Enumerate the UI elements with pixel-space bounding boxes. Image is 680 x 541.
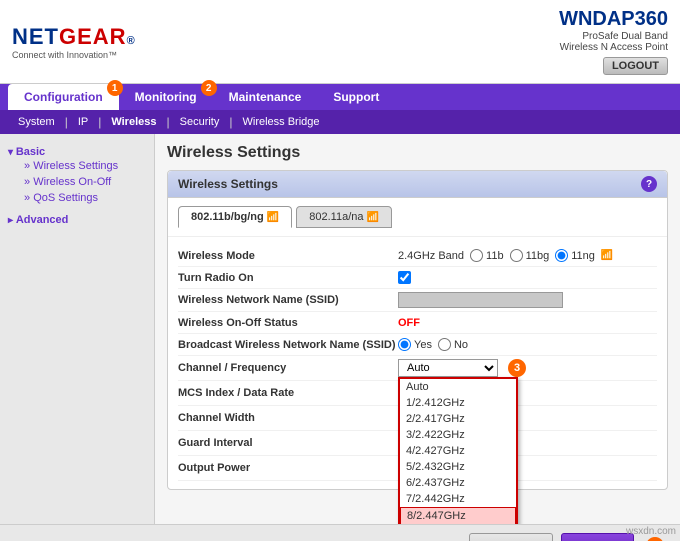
signal-icon: 📶	[601, 250, 613, 261]
product-line2: Wireless N Access Point	[559, 42, 668, 53]
sidebar-basic-title[interactable]: Basic	[8, 146, 146, 158]
radio-11bg[interactable]: 11bg	[510, 249, 550, 262]
nav-tabs: Configuration 1 Monitoring 2 Maintenance…	[0, 84, 680, 110]
sub-nav-security[interactable]: Security	[174, 114, 226, 130]
form-row-channel: Channel / Frequency Auto Auto 1/2.412GHz	[178, 356, 657, 381]
radio-yes[interactable]: Yes	[398, 338, 432, 351]
settings-header-title: Wireless Settings	[178, 177, 278, 191]
product-info: WNDAP360 ProSafe Dual Band Wireless N Ac…	[559, 8, 668, 75]
tab-support[interactable]: Support	[317, 84, 395, 110]
step-3-badge: 3	[508, 359, 526, 377]
value-radio-on	[398, 271, 657, 284]
option-2[interactable]: 2/2.417GHz	[400, 411, 516, 427]
option-4[interactable]: 4/2.427GHz	[400, 443, 516, 459]
option-1[interactable]: 1/2.412GHz	[400, 395, 516, 411]
form-row-wireless-mode: Wireless Mode 2.4GHz Band 11b 11bg 11ng …	[178, 245, 657, 267]
logo-area: NETGEAR® Connect with Innovation™	[12, 24, 136, 60]
ssid-input[interactable]	[398, 292, 563, 308]
value-broadcast-ssid: Yes No	[398, 338, 657, 351]
form-row-ssid: Wireless Network Name (SSID)	[178, 289, 657, 312]
form-row-radio-on: Turn Radio On	[178, 267, 657, 289]
option-3[interactable]: 3/2.422GHz	[400, 427, 516, 443]
label-mcs: MCS Index / Data Rate	[178, 387, 398, 399]
radio-no[interactable]: No	[438, 338, 468, 351]
tab-configuration-label: Configuration	[24, 90, 103, 104]
value-channel: Auto Auto 1/2.412GHz 2/2.417GHz 3/2.422G…	[398, 359, 657, 377]
label-wireless-mode: Wireless Mode	[178, 250, 398, 262]
option-auto[interactable]: Auto	[400, 379, 516, 395]
sidebar-item-wireless-settings[interactable]: Wireless Settings	[8, 158, 146, 174]
tab-maintenance-label: Maintenance	[229, 90, 302, 104]
option-6[interactable]: 6/2.437GHz	[400, 475, 516, 491]
product-model: WNDAP360	[559, 8, 668, 31]
tab-maintenance[interactable]: Maintenance	[213, 84, 318, 110]
tab-support-label: Support	[333, 90, 379, 104]
form-row-onoff-status: Wireless On-Off Status OFF	[178, 312, 657, 334]
logo-text: NETGEAR®	[12, 24, 136, 50]
label-onoff-status: Wireless On-Off Status	[178, 317, 398, 329]
channel-dropdown-container: Auto Auto 1/2.412GHz 2/2.417GHz 3/2.422G…	[398, 359, 498, 377]
sub-nav-wireless[interactable]: Wireless	[105, 114, 162, 130]
settings-header: Wireless Settings ?	[168, 171, 667, 198]
tab-configuration[interactable]: Configuration 1	[8, 84, 119, 110]
band-tab-bgn[interactable]: 802.11b/bg/ng 📶	[178, 206, 292, 228]
logout-button[interactable]: LOGOUT	[603, 57, 668, 75]
logo-tagline: Connect with Innovation™	[12, 50, 136, 60]
label-radio-on: Turn Radio On	[178, 272, 398, 284]
header: NETGEAR® Connect with Innovation™ WNDAP3…	[0, 0, 680, 84]
sidebar-advanced-title[interactable]: Advanced	[8, 214, 146, 226]
sub-nav-system[interactable]: System	[12, 114, 61, 130]
option-8[interactable]: 8/2.447GHz	[400, 507, 516, 524]
sub-nav-wireless-bridge[interactable]: Wireless Bridge	[237, 114, 326, 130]
form-table: Wireless Mode 2.4GHz Band 11b 11bg 11ng …	[168, 237, 667, 489]
radio-11b[interactable]: 11b	[470, 249, 504, 262]
label-output-power: Output Power	[178, 462, 398, 474]
sidebar-item-qos[interactable]: QoS Settings	[8, 190, 146, 206]
page-title: Wireless Settings	[167, 144, 668, 162]
band-label: 2.4GHz Band	[398, 250, 464, 262]
watermark: wsxdn.com	[626, 526, 676, 537]
value-wireless-mode: 2.4GHz Band 11b 11bg 11ng 📶	[398, 249, 657, 262]
label-channel: Channel / Frequency	[178, 362, 398, 374]
label-channel-width: Channel Width	[178, 412, 398, 424]
help-icon[interactable]: ?	[641, 176, 657, 192]
footer-bar: CANCEL APPLY 4	[0, 524, 680, 541]
label-guard-interval: Guard Interval	[178, 437, 398, 449]
value-ssid	[398, 292, 657, 308]
value-onoff-status: OFF	[398, 317, 657, 329]
sub-nav-ip[interactable]: IP	[72, 114, 94, 130]
apply-button[interactable]: APPLY	[561, 533, 634, 541]
sidebar-basic-section: Basic Wireless Settings Wireless On-Off …	[0, 142, 154, 210]
form-row-broadcast-ssid: Broadcast Wireless Network Name (SSID) Y…	[178, 334, 657, 356]
tab-monitoring[interactable]: Monitoring 2	[119, 84, 213, 110]
sidebar: Basic Wireless Settings Wireless On-Off …	[0, 134, 155, 524]
radio-11ng[interactable]: 11ng	[555, 249, 595, 262]
main-content: Basic Wireless Settings Wireless On-Off …	[0, 134, 680, 524]
channel-dropdown-list[interactable]: Auto 1/2.412GHz 2/2.417GHz 3/2.422GHz 4/…	[398, 377, 518, 524]
sidebar-advanced-section: Advanced	[0, 210, 154, 230]
step-4-badge: 4	[646, 537, 664, 541]
settings-box: Wireless Settings ? 802.11b/bg/ng 📶 802.…	[167, 170, 668, 490]
cancel-button[interactable]: CANCEL	[469, 533, 553, 541]
label-broadcast-ssid: Broadcast Wireless Network Name (SSID)	[178, 339, 398, 351]
content-area: Wireless Settings Wireless Settings ? 80…	[155, 134, 680, 524]
radio-on-checkbox[interactable]	[398, 271, 411, 284]
sidebar-item-wireless-onoff[interactable]: Wireless On-Off	[8, 174, 146, 190]
band-tab-an[interactable]: 802.11a/na 📶	[296, 206, 392, 228]
sub-nav: System | IP | Wireless | Security | Wire…	[0, 110, 680, 134]
label-ssid: Wireless Network Name (SSID)	[178, 294, 398, 306]
tab-monitoring-label: Monitoring	[135, 90, 197, 104]
product-line1: ProSafe Dual Band	[559, 31, 668, 42]
channel-select[interactable]: Auto	[398, 359, 498, 377]
option-7[interactable]: 7/2.442GHz	[400, 491, 516, 507]
band-tabs: 802.11b/bg/ng 📶 802.11a/na 📶	[168, 198, 667, 237]
option-5[interactable]: 5/2.432GHz	[400, 459, 516, 475]
